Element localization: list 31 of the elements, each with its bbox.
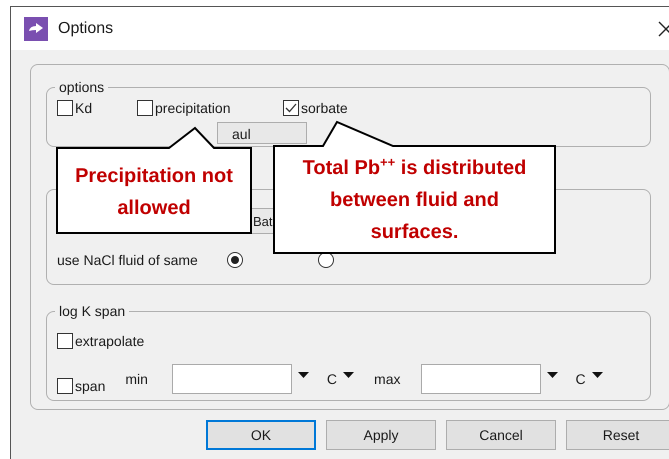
unit-label[interactable]: C <box>576 371 586 387</box>
checkbox-label: span <box>75 378 106 394</box>
unit-label[interactable]: C <box>326 371 338 387</box>
checkbox-label: Kd <box>75 100 92 116</box>
checkbox[interactable] <box>283 100 299 116</box>
checkbox[interactable] <box>57 333 73 349</box>
checkbox-label: sorbate <box>301 100 348 116</box>
window-title: Options <box>58 20 114 38</box>
caret-icon[interactable] <box>546 372 558 378</box>
dialog-button[interactable]: Cancel <box>446 420 556 450</box>
app-icon <box>24 16 48 40</box>
caret-icon[interactable] <box>298 372 309 378</box>
max-label: max <box>374 371 400 387</box>
caret-icon[interactable] <box>343 372 354 378</box>
checkbox[interactable] <box>57 378 73 394</box>
dialog-button[interactable]: Apply <box>326 420 436 450</box>
checkbox-label: extrapolate <box>75 333 144 349</box>
dialog-button[interactable]: Reset <box>566 420 669 450</box>
dropdown-field[interactable]: aul <box>217 122 307 144</box>
group-legend: log K span <box>55 303 130 319</box>
dialog-button[interactable]: OK <box>206 420 316 450</box>
caret-icon[interactable] <box>592 372 603 378</box>
checkbox-label: precipitation <box>155 100 230 116</box>
input-field[interactable] <box>420 364 540 394</box>
fluid-label: use NaCl fluid of same <box>57 252 198 268</box>
checkbox[interactable] <box>137 100 153 116</box>
min-label: min <box>125 371 148 387</box>
group-legend: options <box>55 79 108 95</box>
input-field[interactable] <box>172 364 292 394</box>
checkbox[interactable] <box>57 100 73 116</box>
radio-button[interactable] <box>226 252 243 268</box>
